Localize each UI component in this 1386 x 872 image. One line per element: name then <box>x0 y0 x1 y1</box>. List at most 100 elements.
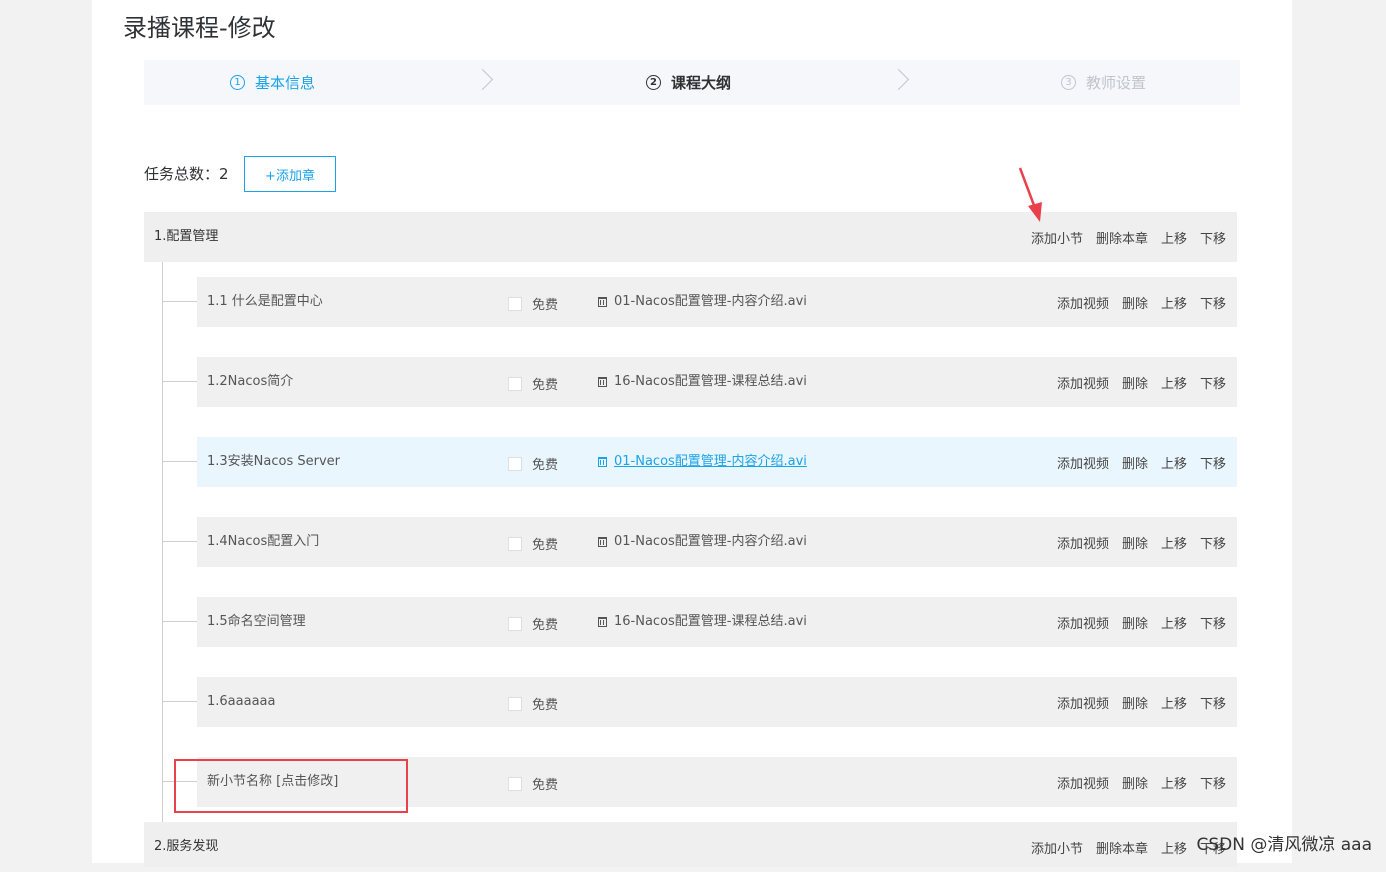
free-checkbox[interactable] <box>508 696 522 711</box>
move-up-button[interactable]: 上移 <box>1161 773 1187 792</box>
move-down-button[interactable]: 下移 <box>1200 693 1226 712</box>
lesson-title[interactable]: 1.6aaaaaa <box>207 677 275 727</box>
move-up-button[interactable]: 上移 <box>1161 693 1187 712</box>
chapter-row: 1.配置管理 添加小节 删除本章 上移 下移 <box>144 212 1237 262</box>
lesson-actions: 添加视频 删除 上移 下移 <box>1044 757 1226 807</box>
move-down-button[interactable]: 下移 <box>1200 373 1226 392</box>
free-label: 免费 <box>532 298 559 313</box>
delete-button[interactable]: 删除 <box>1122 773 1148 792</box>
lesson-title[interactable]: 1.2Nacos简介 <box>207 357 293 407</box>
video-file[interactable]: 16-Nacos配置管理-课程总结.avi <box>598 357 807 407</box>
video-file[interactable]: 16-Nacos配置管理-课程总结.avi <box>598 597 807 647</box>
move-up-button[interactable]: 上移 <box>1161 613 1187 632</box>
free-toggle[interactable]: 免费 <box>508 294 558 313</box>
chapter-actions: 添加小节 删除本章 上移 下移 <box>1018 822 1226 872</box>
tree-branch <box>162 701 197 702</box>
chapter-title[interactable]: 2.服务发现 <box>154 822 218 872</box>
add-chapter-button[interactable]: +添加章 <box>244 156 336 192</box>
video-file[interactable]: 01-Nacos配置管理-内容介绍.avi <box>598 517 807 567</box>
free-toggle[interactable]: 免费 <box>508 374 558 393</box>
add-video-button[interactable]: 添加视频 <box>1057 453 1109 472</box>
tree-branch <box>162 301 197 302</box>
free-checkbox[interactable] <box>508 536 522 551</box>
lesson-row: 1.1 什么是配置中心 免费 01-Nacos配置管理-内容介绍.avi 添加视… <box>197 277 1237 327</box>
tree-branch <box>162 461 197 462</box>
lesson-title[interactable]: 1.4Nacos配置入门 <box>207 517 319 567</box>
step-basic-info[interactable]: 1 基本信息 <box>230 60 315 105</box>
delete-chapter-button[interactable]: 删除本章 <box>1096 838 1148 857</box>
add-section-button[interactable]: 添加小节 <box>1031 838 1083 857</box>
add-video-button[interactable]: 添加视频 <box>1057 773 1109 792</box>
lesson-actions: 添加视频 删除 上移 下移 <box>1044 357 1226 407</box>
add-section-button[interactable]: 添加小节 <box>1031 228 1083 247</box>
delete-button[interactable]: 删除 <box>1122 613 1148 632</box>
lesson-title[interactable]: 1.3安装Nacos Server <box>207 437 340 487</box>
add-video-button[interactable]: 添加视频 <box>1057 533 1109 552</box>
task-total: 任务总数：2 <box>144 165 229 183</box>
free-toggle[interactable]: 免费 <box>508 454 558 473</box>
video-name: 16-Nacos配置管理-课程总结.avi <box>614 374 807 389</box>
delete-button[interactable]: 删除 <box>1122 533 1148 552</box>
free-toggle[interactable]: 免费 <box>508 614 558 633</box>
trash-icon[interactable] <box>598 537 607 547</box>
step-number-3: 3 <box>1061 75 1076 90</box>
move-up-button[interactable]: 上移 <box>1161 533 1187 552</box>
watermark: CSDN @清风微凉 aaa <box>1196 835 1372 855</box>
free-toggle[interactable]: 免费 <box>508 694 558 713</box>
step-course-outline[interactable]: 2 课程大纲 <box>646 60 731 105</box>
highlight-box <box>174 759 408 813</box>
free-checkbox[interactable] <box>508 376 522 391</box>
video-file[interactable]: 01-Nacos配置管理-内容介绍.avi <box>598 277 807 327</box>
tree-branch <box>162 541 197 542</box>
video-name: 01-Nacos配置管理-内容介绍.avi <box>614 294 807 309</box>
delete-button[interactable]: 删除 <box>1122 373 1148 392</box>
move-down-button[interactable]: 下移 <box>1200 228 1226 247</box>
add-video-button[interactable]: 添加视频 <box>1057 613 1109 632</box>
lesson-row: 1.6aaaaaa 免费 添加视频 删除 上移 下移 <box>197 677 1237 727</box>
free-checkbox[interactable] <box>508 776 522 791</box>
video-name: 16-Nacos配置管理-课程总结.avi <box>614 614 807 629</box>
chevron-right-icon <box>887 68 910 91</box>
delete-button[interactable]: 删除 <box>1122 453 1148 472</box>
delete-button[interactable]: 删除 <box>1122 693 1148 712</box>
lesson-title[interactable]: 1.1 什么是配置中心 <box>207 277 323 327</box>
free-label: 免费 <box>532 538 559 553</box>
move-down-button[interactable]: 下移 <box>1200 613 1226 632</box>
step-label-3: 教师设置 <box>1086 74 1147 92</box>
move-up-button[interactable]: 上移 <box>1161 373 1187 392</box>
lesson-actions: 添加视频 删除 上移 下移 <box>1044 277 1226 327</box>
free-checkbox[interactable] <box>508 456 522 471</box>
step-teacher-settings[interactable]: 3 教师设置 <box>1061 60 1146 105</box>
lesson-actions: 添加视频 删除 上移 下移 <box>1044 517 1226 567</box>
trash-icon[interactable] <box>598 377 607 387</box>
chapter-actions: 添加小节 删除本章 上移 下移 <box>1018 212 1226 262</box>
move-down-button[interactable]: 下移 <box>1200 293 1226 312</box>
move-down-button[interactable]: 下移 <box>1200 773 1226 792</box>
move-down-button[interactable]: 下移 <box>1200 533 1226 552</box>
chapter-row: 2.服务发现 添加小节 删除本章 上移 下移 <box>144 822 1237 867</box>
move-down-button[interactable]: 下移 <box>1200 453 1226 472</box>
lesson-title[interactable]: 1.5命名空间管理 <box>207 597 306 647</box>
add-video-button[interactable]: 添加视频 <box>1057 373 1109 392</box>
move-up-button[interactable]: 上移 <box>1161 228 1187 247</box>
free-checkbox[interactable] <box>508 616 522 631</box>
chapter-title[interactable]: 1.配置管理 <box>154 212 218 262</box>
delete-chapter-button[interactable]: 删除本章 <box>1096 228 1148 247</box>
lesson-row: 1.4Nacos配置入门 免费 01-Nacos配置管理-内容介绍.avi 添加… <box>197 517 1237 567</box>
move-up-button[interactable]: 上移 <box>1161 293 1187 312</box>
video-file-link[interactable]: 01-Nacos配置管理-内容介绍.avi <box>598 437 807 487</box>
move-up-button[interactable]: 上移 <box>1161 838 1187 857</box>
trash-icon[interactable] <box>598 617 607 627</box>
video-name[interactable]: 01-Nacos配置管理-内容介绍.avi <box>614 437 807 487</box>
free-toggle[interactable]: 免费 <box>508 534 558 553</box>
trash-icon[interactable] <box>598 297 607 307</box>
free-checkbox[interactable] <box>508 296 522 311</box>
free-toggle[interactable]: 免费 <box>508 774 558 793</box>
step-number-1: 1 <box>230 75 245 90</box>
trash-icon[interactable] <box>598 457 607 467</box>
add-video-button[interactable]: 添加视频 <box>1057 693 1109 712</box>
delete-button[interactable]: 删除 <box>1122 293 1148 312</box>
add-video-button[interactable]: 添加视频 <box>1057 293 1109 312</box>
move-up-button[interactable]: 上移 <box>1161 453 1187 472</box>
lesson-actions: 添加视频 删除 上移 下移 <box>1044 437 1226 487</box>
